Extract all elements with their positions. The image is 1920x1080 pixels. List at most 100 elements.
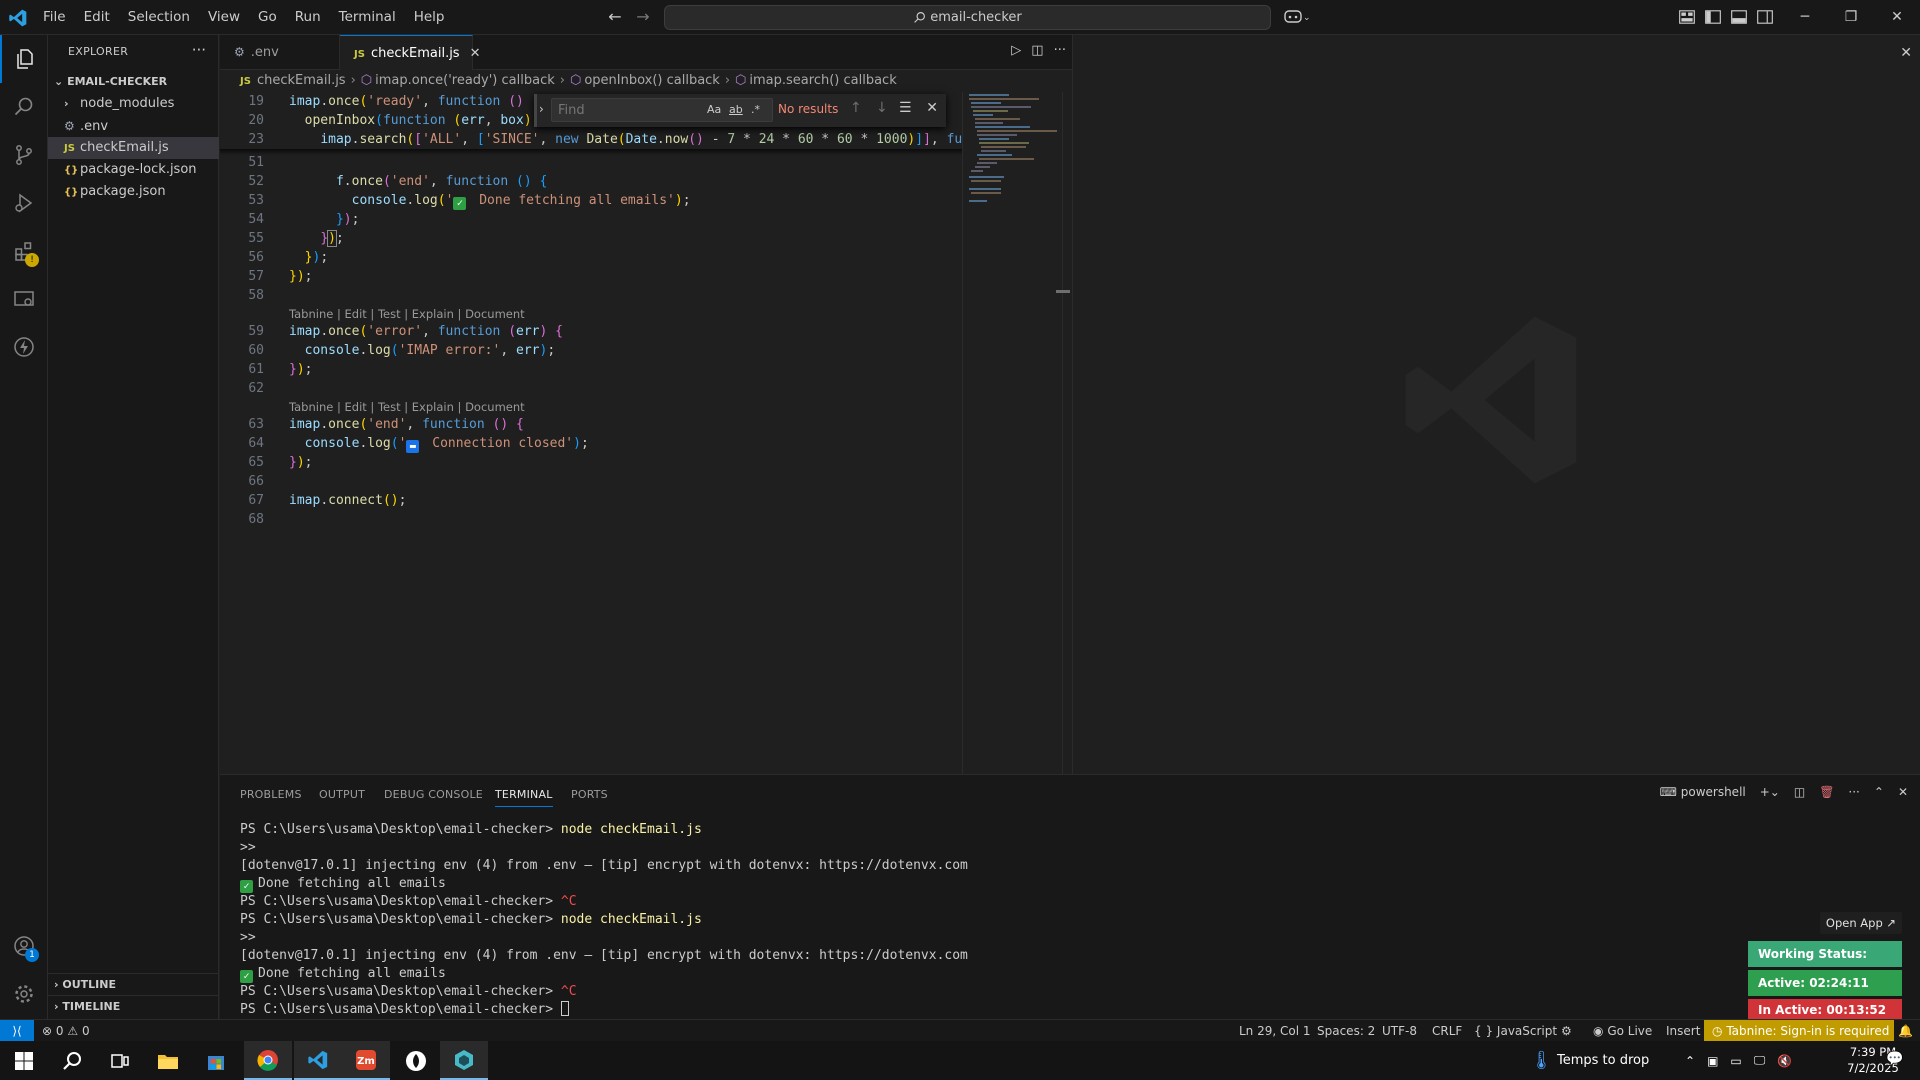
toggle-secondary-sidebar-icon[interactable] xyxy=(1756,8,1774,26)
customize-layout-icon[interactable] xyxy=(1678,8,1696,26)
windows-start-icon[interactable] xyxy=(0,1041,48,1080)
match-whole-word-icon[interactable]: ab xyxy=(729,103,743,116)
menu-go[interactable]: Go xyxy=(249,0,286,35)
tab-debug-console[interactable]: DEBUG CONSOLE xyxy=(384,783,483,807)
close-tab-icon[interactable]: ✕ xyxy=(470,46,481,61)
more-actions-icon[interactable]: ··· xyxy=(1054,43,1066,58)
app-leaf-icon[interactable] xyxy=(392,1041,440,1080)
code-line[interactable]: 56 }); xyxy=(220,248,962,267)
breadcrumb-file[interactable]: checkEmail.js xyxy=(257,73,346,88)
explorer-icon[interactable] xyxy=(0,35,48,83)
tab-problems[interactable]: PROBLEMS xyxy=(240,783,302,807)
code-line[interactable]: 57}); xyxy=(220,267,962,286)
indentation[interactable]: Spaces: 2 xyxy=(1317,1020,1375,1042)
menu-help[interactable]: Help xyxy=(405,0,454,35)
regex-icon[interactable]: .* xyxy=(751,103,760,116)
tree-item-env[interactable]: ⚙ .env xyxy=(48,115,219,137)
timeline-section[interactable]: › TIMELINE xyxy=(48,995,219,1017)
code-line[interactable]: 58 xyxy=(220,286,962,305)
tab-ports[interactable]: PORTS xyxy=(571,783,608,807)
minimap[interactable] xyxy=(962,92,1062,774)
code-line[interactable]: 64 console.log(' ▬ Connection closed'); xyxy=(220,434,962,453)
show-hidden-icons-chevron-icon[interactable]: ⌃ xyxy=(1685,1054,1695,1068)
weather-widget[interactable]: 🌡 Temps to drop xyxy=(1530,1041,1649,1080)
tray-app-icon[interactable]: ▣ xyxy=(1707,1054,1718,1068)
zoom-app-icon[interactable]: Zm xyxy=(342,1041,390,1080)
menu-run[interactable]: Run xyxy=(286,0,330,35)
tab-terminal[interactable]: TERMINAL xyxy=(495,783,553,807)
breadcrumb-symbol[interactable]: imap.once('ready') callback xyxy=(375,73,555,88)
code-line[interactable]: 55 }); xyxy=(220,229,962,248)
notification-center-icon[interactable]: 💬 xyxy=(1886,1051,1903,1067)
notifications-bell-icon[interactable]: 🔔 xyxy=(1898,1020,1913,1042)
tab-output[interactable]: OUTPUT xyxy=(319,783,365,807)
code-line[interactable]: 66 xyxy=(220,472,962,491)
taskbar-search-icon[interactable] xyxy=(48,1041,96,1080)
tabnine-codelens[interactable]: Tabnine | Edit | Test | Explain | Docume… xyxy=(289,306,525,322)
problems-indicator[interactable]: ⊗ 0 ⚠ 0 xyxy=(42,1020,90,1042)
tree-item-package[interactable]: {} package.json xyxy=(48,181,219,203)
app-hexagon-icon[interactable] xyxy=(440,1041,488,1080)
tree-item-checkemail[interactable]: JS checkEmail.js xyxy=(48,137,219,159)
previous-match-icon[interactable]: ↑ xyxy=(850,100,862,116)
close-group-icon[interactable]: ✕ xyxy=(1900,45,1912,61)
encoding[interactable]: UTF-8 xyxy=(1382,1020,1417,1042)
line-ending[interactable]: CRLF xyxy=(1432,1020,1462,1042)
menu-view[interactable]: View xyxy=(199,0,249,35)
close-panel-icon[interactable]: ✕ xyxy=(1898,785,1908,799)
tree-item-node-modules[interactable]: › node_modules xyxy=(48,93,219,115)
code-line[interactable]: 51 xyxy=(220,153,962,172)
microsoft-store-icon[interactable] xyxy=(192,1041,240,1080)
breadcrumb-symbol[interactable]: imap.search() callback xyxy=(749,73,896,88)
split-editor-icon[interactable]: ◫ xyxy=(1031,43,1043,58)
editor-scrollbar[interactable] xyxy=(1062,92,1072,774)
code-line[interactable]: 60 console.log('IMAP error:', err); xyxy=(220,341,962,360)
source-control-icon[interactable] xyxy=(0,131,48,179)
menu-selection[interactable]: Selection xyxy=(119,0,199,35)
remote-indicator-icon[interactable]: ⟩⟨ xyxy=(0,1020,34,1042)
sticky-line[interactable]: 23 imap.search(['ALL', ['SINCE', new Dat… xyxy=(220,130,962,149)
forward-arrow-icon[interactable]: → xyxy=(631,6,655,30)
tabnine-status[interactable]: ◷ Tabnine: Sign-in is required xyxy=(1704,1020,1894,1042)
insert-mode[interactable]: Insert xyxy=(1666,1020,1700,1042)
code-line[interactable]: 61}); xyxy=(220,360,962,379)
menu-edit[interactable]: Edit xyxy=(75,0,119,35)
code-line[interactable]: 65}); xyxy=(220,453,962,472)
toggle-primary-sidebar-icon[interactable] xyxy=(1704,8,1722,26)
terminal-output[interactable]: PS C:\Users\usama\Desktop\email-checker>… xyxy=(240,821,1900,1019)
manage-gear-icon[interactable] xyxy=(0,970,48,1018)
terminal-shell-selector[interactable]: ⌨ powershell xyxy=(1660,785,1746,799)
more-actions-icon[interactable]: ··· xyxy=(1848,785,1859,799)
breadcrumb-symbol[interactable]: openInbox() callback xyxy=(584,73,720,88)
code-editor[interactable]: 19 imap.once('ready', function () 20 open… xyxy=(220,92,962,774)
remote-explorer-icon[interactable] xyxy=(0,275,48,323)
menu-terminal[interactable]: Terminal xyxy=(330,0,405,35)
menu-file[interactable]: File xyxy=(34,0,75,35)
cursor-position[interactable]: Ln 29, Col 1 xyxy=(1239,1020,1311,1042)
scrollbar-thumb[interactable] xyxy=(1056,290,1070,293)
code-line[interactable]: 67 imap.connect(); xyxy=(220,491,962,510)
restore-window-icon[interactable]: ❐ xyxy=(1828,0,1874,35)
extensions-icon[interactable]: ! xyxy=(0,227,48,275)
toggle-panel-icon[interactable] xyxy=(1730,8,1748,26)
new-terminal-icon[interactable]: +⌄ xyxy=(1760,785,1780,799)
tabnine-codelens[interactable]: Tabnine | Edit | Test | Explain | Docume… xyxy=(289,399,525,415)
tab-checkemail[interactable]: JS checkEmail.js ✕ xyxy=(340,35,481,70)
tab-env[interactable]: ⚙ .env xyxy=(220,35,340,70)
run-debug-icon[interactable] xyxy=(0,179,48,227)
minimize-window-icon[interactable]: ─ xyxy=(1782,0,1828,35)
search-icon[interactable] xyxy=(0,83,48,131)
thunder-client-icon[interactable] xyxy=(0,323,48,371)
more-actions-icon[interactable]: ··· xyxy=(192,41,206,59)
outline-section[interactable]: › OUTLINE xyxy=(48,973,219,995)
task-view-icon[interactable] xyxy=(96,1041,144,1080)
maximize-panel-chevron-up-icon[interactable]: ⌃ xyxy=(1874,785,1884,799)
close-find-icon[interactable]: ✕ xyxy=(926,100,938,116)
go-live-button[interactable]: ◉ Go Live xyxy=(1593,1020,1652,1042)
file-explorer-icon[interactable] xyxy=(144,1041,192,1080)
language-status-icon[interactable]: ⚙ xyxy=(1561,1020,1572,1042)
close-window-icon[interactable]: ✕ xyxy=(1874,0,1920,35)
code-line[interactable]: 62 xyxy=(220,379,962,398)
match-case-icon[interactable]: Aa xyxy=(707,103,721,116)
chrome-icon[interactable] xyxy=(244,1041,292,1080)
